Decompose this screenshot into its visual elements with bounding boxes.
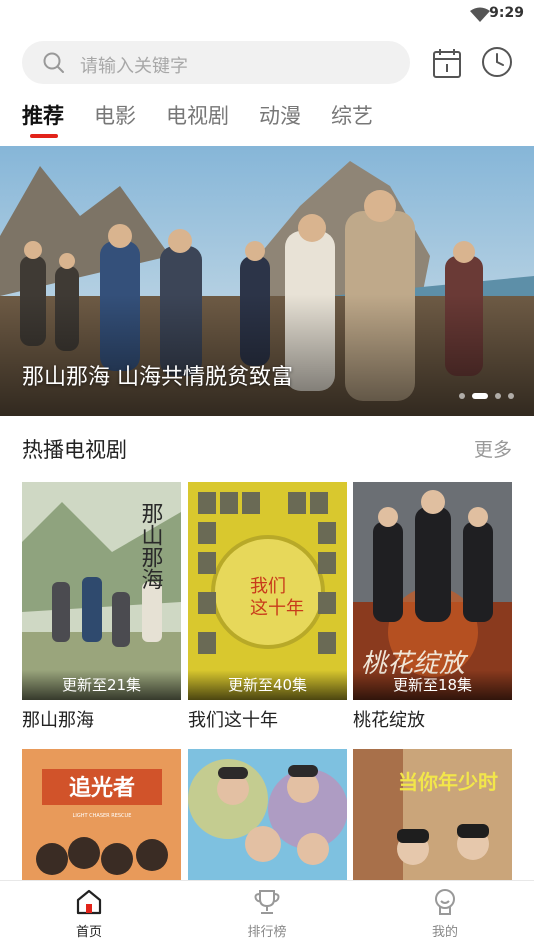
tab-label: 综艺 <box>331 104 373 128</box>
tab-tv-series[interactable]: 电视剧 <box>166 98 229 138</box>
drama-title[interactable]: 那山那海 <box>22 706 181 732</box>
tab-variety[interactable]: 综艺 <box>331 98 373 138</box>
search-input[interactable]: 请输入关键字 <box>22 41 410 84</box>
search-row: 请输入关键字 <box>0 41 534 85</box>
episode-badge: 更新至40集 <box>188 670 347 700</box>
tab-label: 电视剧 <box>166 104 229 128</box>
drama-card-row2[interactable] <box>188 749 347 881</box>
category-tabs: 推荐 电影 电视剧 动漫 综艺 <box>22 98 403 138</box>
tab-label: 动漫 <box>259 104 301 128</box>
nav-label: 我的 <box>431 925 458 940</box>
carousel-dot-active[interactable] <box>472 393 488 399</box>
more-link[interactable]: 更多 <box>474 435 512 462</box>
poster-image: 追光者 LIGHT CHASER RESCUE <box>22 749 181 881</box>
svg-text:那山那海: 那山那海 <box>138 502 164 590</box>
nav-ranking[interactable]: 排行榜 <box>217 887 317 940</box>
episode-badge: 更新至18集 <box>353 670 512 700</box>
nav-label: 首页 <box>75 925 102 940</box>
poster-image: 那山那海 <box>22 482 181 700</box>
status-time: 9:29 <box>489 5 524 21</box>
tab-movies[interactable]: 电影 <box>94 98 136 138</box>
poster-image: 当你年少时 <box>353 749 512 881</box>
section-title: 热播电视剧 <box>22 438 127 462</box>
trophy-icon <box>254 890 280 914</box>
drama-card[interactable]: 那山那海 更新至21集 那山那海 <box>22 482 181 732</box>
poster-image: 桃花绽放 <box>353 482 512 700</box>
svg-text:我们: 我们 <box>250 576 286 597</box>
search-icon <box>43 52 64 73</box>
poster-title: 追光者 <box>69 775 135 801</box>
svg-text:这十年: 这十年 <box>250 598 304 619</box>
tab-recommend[interactable]: 推荐 <box>22 98 64 138</box>
nav-label: 排行榜 <box>247 925 287 940</box>
home-icon <box>76 889 102 915</box>
carousel-dot[interactable] <box>508 393 514 399</box>
drama-poster[interactable]: 桃花绽放 更新至18集 <box>353 482 512 700</box>
hero-banner[interactable]: 那山那海 山海共情脱贫致富 <box>0 146 534 416</box>
wifi-icon <box>470 7 490 22</box>
search-placeholder: 请输入关键字 <box>80 56 188 77</box>
drama-title[interactable]: 我们这十年 <box>188 706 347 732</box>
user-icon <box>435 889 455 915</box>
tab-anime[interactable]: 动漫 <box>259 98 301 138</box>
drama-card[interactable]: 我们 这十年 更新至40集 我们这十年 <box>188 482 347 732</box>
calendar-icon[interactable] <box>430 46 464 80</box>
poster-image <box>188 749 347 881</box>
drama-card[interactable]: 桃花绽放 更新至18集 桃花绽放 <box>353 482 512 732</box>
nav-profile[interactable]: 我的 <box>395 887 495 940</box>
status-bar: 9:29 <box>0 0 534 30</box>
bottom-navigation: 首页 排行榜 我的 <box>0 880 534 949</box>
banner-title: 那山那海 山海共情脱贫致富 <box>22 365 293 390</box>
nav-home[interactable]: 首页 <box>39 887 139 940</box>
drama-poster[interactable]: 我们 这十年 更新至40集 <box>188 482 347 700</box>
carousel-indicator <box>459 393 514 399</box>
drama-card-row2[interactable]: 当你年少时 <box>353 749 512 881</box>
drama-title[interactable]: 桃花绽放 <box>353 706 512 732</box>
poster-image: 我们 这十年 <box>188 482 347 700</box>
hot-dramas-header: 热播电视剧 更多 <box>22 432 512 466</box>
poster-title: 当你年少时 <box>398 770 498 794</box>
poster-subtitle: LIGHT CHASER RESCUE <box>73 813 132 819</box>
episode-badge: 更新至21集 <box>22 670 181 700</box>
tab-label: 电影 <box>94 104 136 128</box>
history-clock-icon[interactable] <box>480 45 514 79</box>
carousel-dot[interactable] <box>459 393 465 399</box>
drama-poster[interactable]: 那山那海 更新至21集 <box>22 482 181 700</box>
tab-label: 推荐 <box>22 104 64 128</box>
carousel-dot[interactable] <box>495 393 501 399</box>
active-tab-indicator <box>30 134 58 138</box>
drama-card-row2[interactable]: 追光者 LIGHT CHASER RESCUE <box>22 749 181 881</box>
